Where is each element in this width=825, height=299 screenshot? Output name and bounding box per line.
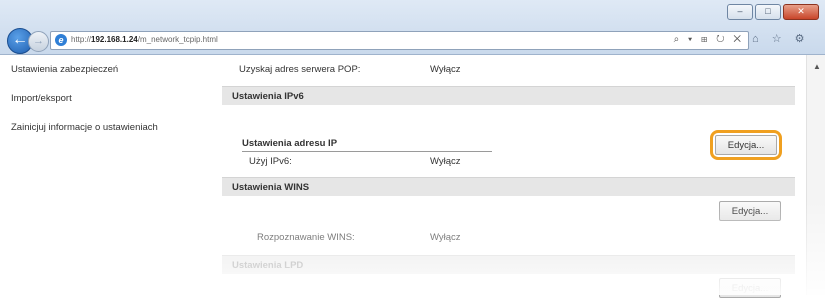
back-arrow-icon: ← <box>12 31 28 48</box>
main-content: Uzyskaj adres serwera POP: Wyłącz Ustawi… <box>222 55 795 298</box>
subheader-spacer <box>492 137 692 151</box>
ip-address-subheader: Ustawienia adresu IP <box>242 137 492 152</box>
address-bar[interactable]: e http://192.168.1.24/m_network_tcpip.ht… <box>50 31 749 50</box>
lpd-edit-button[interactable]: Edycja... <box>719 278 781 298</box>
pop-server-value: Wyłącz <box>430 64 461 75</box>
scroll-up-icon[interactable]: ▲ <box>813 62 821 71</box>
sidebar: Ustawienia zabezpieczeń Import/eksport Z… <box>0 55 207 295</box>
highlight-ring <box>710 130 782 160</box>
forward-arrow-icon: → <box>33 35 44 47</box>
lpd-section-header: Ustawienia LPD <box>222 255 795 274</box>
wins-resolution-label: Rozpoznawanie WINS: <box>257 232 355 243</box>
window-controls: – □ ✕ <box>727 4 819 20</box>
maximize-button[interactable]: □ <box>755 4 781 20</box>
wins-edit-button[interactable]: Edycja... <box>719 201 781 221</box>
wins-section-header: Ustawienia WINS <box>222 177 795 196</box>
sidebar-item-init-settings[interactable]: Zainicjuj informacje o ustawieniach <box>11 122 158 133</box>
sidebar-item-import-export[interactable]: Import/eksport <box>11 93 72 104</box>
forward-button[interactable]: → <box>28 31 49 52</box>
browser-toolbar: – □ ✕ ← → e http://192.168.1.24/m_networ… <box>0 0 825 55</box>
sidebar-item-security-settings[interactable]: Ustawienia zabezpieczeń <box>11 64 118 75</box>
use-ipv6-label: Użyj IPv6: <box>249 156 292 167</box>
minimize-button[interactable]: – <box>727 4 753 20</box>
wins-section-title: Ustawienia WINS <box>232 182 310 193</box>
address-tools-icons[interactable]: ⌕ ▾ ⊞ ↻ ✕ <box>674 34 744 45</box>
lpd-section-title: Ustawienia LPD <box>232 260 304 271</box>
wins-resolution-value: Wyłącz <box>430 232 461 243</box>
pop-server-label: Uzyskaj adres serwera POP: <box>239 64 361 75</box>
ip-address-subheader-title: Ustawienia adresu IP <box>242 138 338 149</box>
url-text[interactable]: http://192.168.1.24/m_network_tcpip.html <box>71 35 218 44</box>
ipv6-section-header: Ustawienia IPv6 <box>222 86 795 105</box>
ie-page-icon: e <box>55 34 67 46</box>
home-favorites-settings-icons[interactable]: ⌂ ☆ ⚙ <box>752 32 809 45</box>
use-ipv6-value: Wyłącz <box>430 156 461 167</box>
ipv6-section-title: Ustawienia IPv6 <box>232 91 304 102</box>
close-button[interactable]: ✕ <box>783 4 819 20</box>
vertical-scrollbar[interactable]: ▲ <box>806 55 825 295</box>
